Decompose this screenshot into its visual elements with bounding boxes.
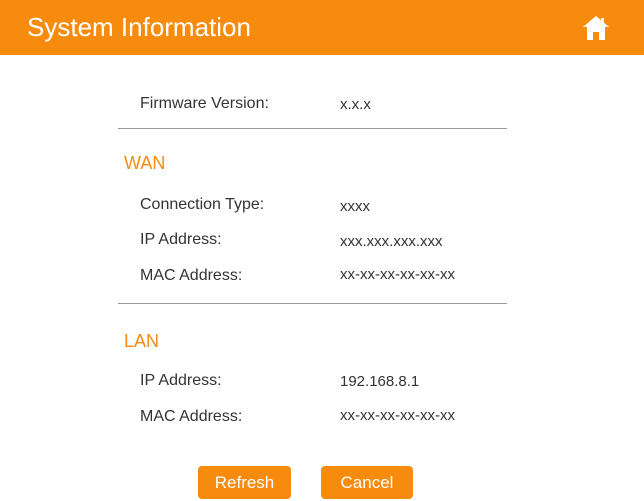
wan-ip-address-value: xxx.xxx.xxx.xxx [340,233,443,250]
wan-ip-address-label: IP Address: [140,231,222,248]
refresh-button[interactable]: Refresh [198,466,291,499]
divider [118,303,507,304]
home-icon[interactable] [582,15,610,41]
lan-mac-address-label: MAC Address: [140,408,243,425]
wan-connection-type-value: xxxx [340,198,370,215]
header-bar: System Information [0,0,644,55]
firmware-version-value: x.x.x [340,96,371,113]
lan-ip-address-value: 192.168.8.1 [340,373,420,390]
lan-section-title: LAN [124,331,160,351]
wan-mac-address-label: MAC Address: [140,267,243,284]
page-title: System Information [27,12,251,42]
wan-connection-type-label: Connection Type: [140,196,265,213]
lan-mac-address-value: xx-xx-xx-xx-xx-xx [340,407,455,424]
cancel-button[interactable]: Cancel [321,466,413,499]
divider [118,128,507,129]
lan-ip-address-label: IP Address: [140,372,222,389]
system-information-page: System Information Firmware Version: x.x… [0,0,644,501]
firmware-version-label: Firmware Version: [140,95,269,112]
wan-mac-address-value: xx-xx-xx-xx-xx-xx [340,266,455,283]
wan-section-title: WAN [124,153,166,173]
